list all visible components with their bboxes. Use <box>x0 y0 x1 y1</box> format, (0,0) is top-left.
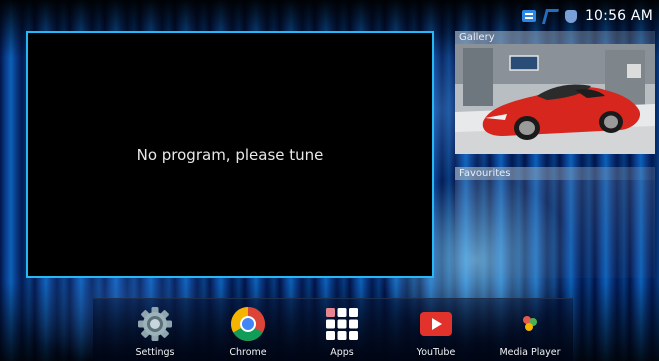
dock-item-apps[interactable]: Apps <box>307 305 377 358</box>
favourites-area[interactable] <box>455 180 655 278</box>
dock-label-media-player: Media Player <box>499 347 561 358</box>
media-player-icon <box>511 305 549 343</box>
car-photo-image <box>455 44 655 154</box>
clock: 10:56 AM <box>584 8 653 24</box>
youtube-icon <box>417 305 455 343</box>
gallery-thumbnail[interactable] <box>455 44 655 154</box>
app-dock: Settings Chrome Apps YouTube Media Playe… <box>93 298 573 361</box>
dock-label-youtube: YouTube <box>416 347 456 358</box>
dock-label-apps: Apps <box>330 347 354 358</box>
dock-item-media-player[interactable]: Media Player <box>495 305 565 358</box>
dock-label-settings: Settings <box>135 347 175 358</box>
dock-item-youtube[interactable]: YouTube <box>401 305 471 358</box>
tv-preview-window[interactable]: No program, please tune <box>26 31 434 278</box>
tv-home-screen: 10:56 AM No program, please tune Gallery… <box>0 0 659 361</box>
favourites-header: Favourites <box>455 167 655 180</box>
wifi-icon <box>541 8 559 24</box>
gallery-header: Gallery <box>455 31 655 44</box>
dock-label-chrome: Chrome <box>229 347 267 358</box>
settings-gear-icon <box>136 305 174 343</box>
apps-grid-icon <box>323 305 361 343</box>
status-bar: 10:56 AM <box>521 7 653 25</box>
dock-item-chrome[interactable]: Chrome <box>213 305 283 358</box>
chrome-icon <box>229 305 267 343</box>
usb-icon <box>521 10 536 22</box>
dock-item-settings[interactable]: Settings <box>120 305 190 358</box>
shield-icon <box>564 9 577 23</box>
no-program-message: No program, please tune <box>136 145 324 164</box>
